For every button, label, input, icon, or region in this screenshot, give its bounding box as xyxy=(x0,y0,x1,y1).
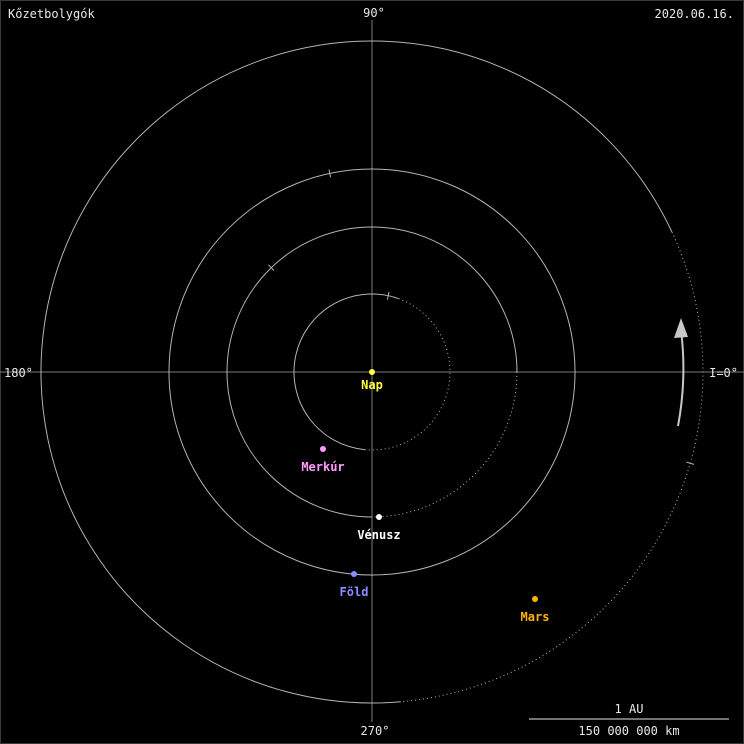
scale-unit-label: 1 AU xyxy=(615,702,644,716)
venus-label: Vénusz xyxy=(357,528,400,542)
angle-180-label: 180° xyxy=(4,366,33,380)
date-label: 2020.06.16. xyxy=(655,7,734,21)
orbit-ticks xyxy=(268,169,695,465)
venus: Vénusz xyxy=(357,514,401,542)
angle-0-label: I=0° xyxy=(709,366,738,380)
orbit-venus-dotted xyxy=(371,371,518,518)
scale-bar: 1 AU 150 000 000 km xyxy=(529,702,729,738)
mercury-label: Merkúr xyxy=(301,460,344,474)
chart-title: Kőzetbolygók xyxy=(8,7,95,21)
mars: Mars xyxy=(521,596,550,624)
angle-270-label: 270° xyxy=(361,724,390,738)
angle-90-label: 90° xyxy=(363,6,385,20)
mercury: Merkúr xyxy=(301,446,345,474)
sun-label: Nap xyxy=(361,378,383,392)
mars-label: Mars xyxy=(521,610,550,624)
earth-label: Föld xyxy=(340,585,369,599)
orbit-diagram: Nap Merkúr Vénusz Föld Mars Kőzetbolygók… xyxy=(0,6,744,738)
orbit-mercury-dotted xyxy=(365,298,451,451)
scale-km-label: 150 000 000 km xyxy=(578,724,679,738)
